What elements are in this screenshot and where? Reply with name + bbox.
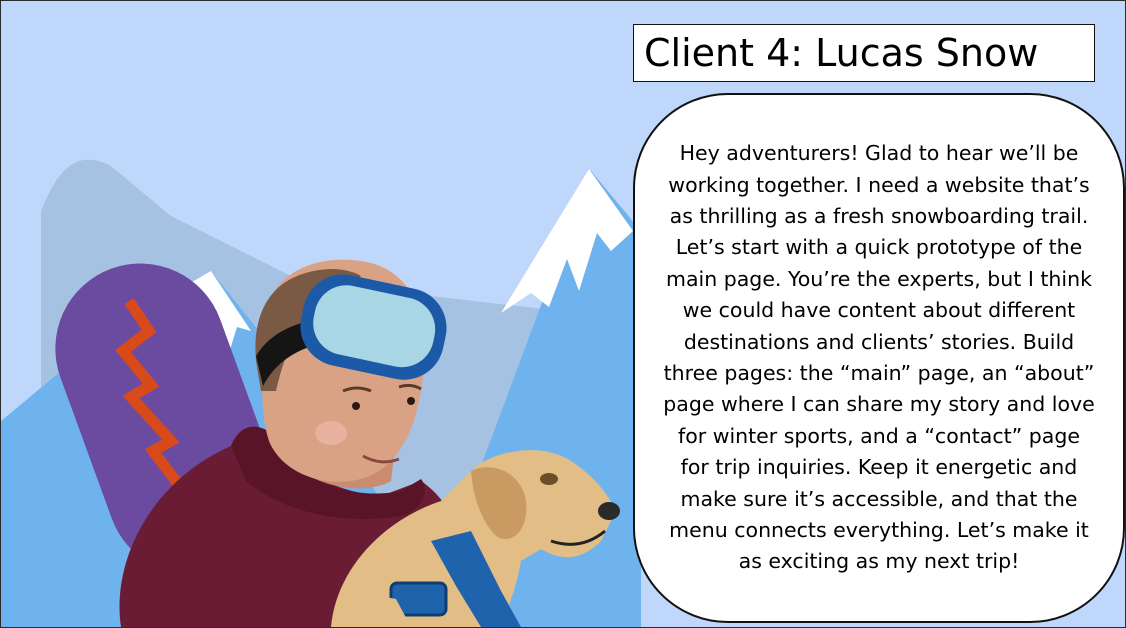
eye-right — [407, 397, 415, 405]
eye-left — [352, 402, 360, 410]
dog-eye — [540, 473, 558, 485]
slide-title: Client 4: Lucas Snow — [644, 31, 1039, 75]
speech-bubble: Hey adventurers! Glad to hear we’ll be w… — [633, 93, 1125, 623]
cheek — [315, 421, 347, 445]
title-box: Client 4: Lucas Snow — [633, 24, 1095, 82]
client-message: Hey adventurers! Glad to hear we’ll be w… — [663, 141, 1095, 574]
dog-nose — [598, 502, 620, 520]
slide: Client 4: Lucas Snow Hey adventurers! Gl… — [0, 0, 1126, 628]
